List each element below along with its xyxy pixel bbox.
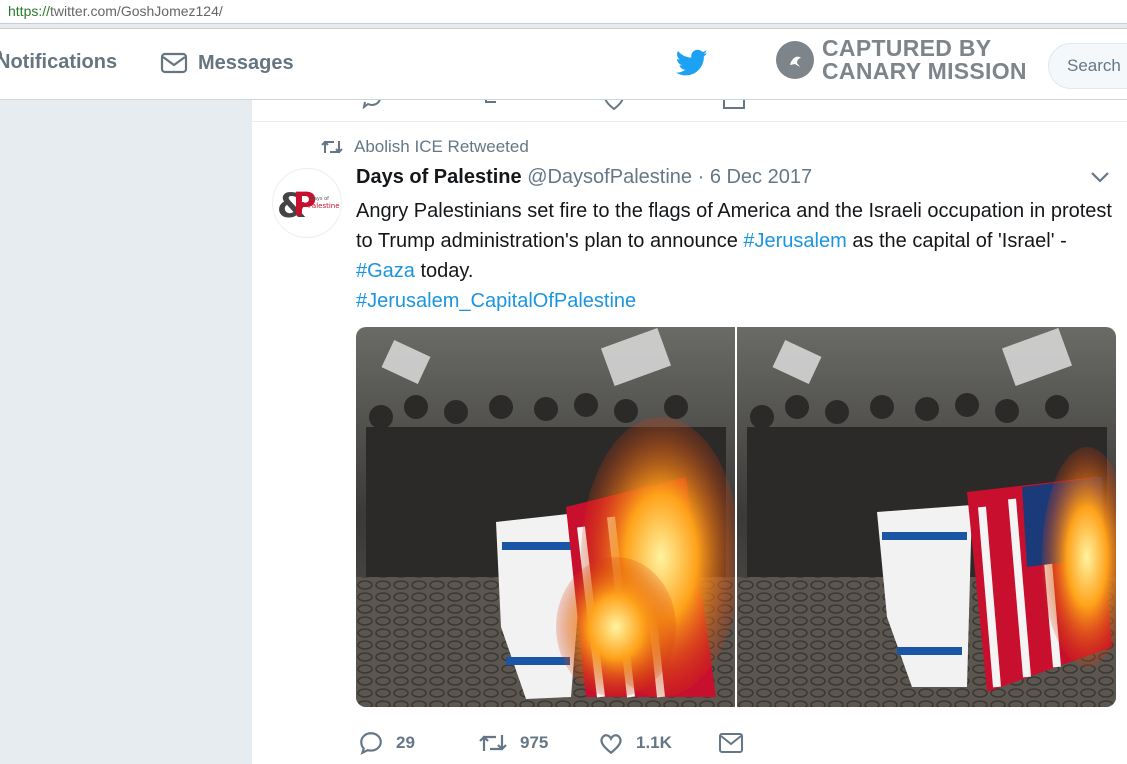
timeline: Abolish ICE Retweeted & P Days of Palest… [251, 100, 1127, 764]
avatar[interactable]: & P Days of Palestine [272, 168, 342, 238]
tweet-photo-1[interactable] [356, 327, 735, 707]
tweet-media[interactable] [356, 327, 1116, 707]
canary-watermark: CAPTURED BY CANARY MISSION [776, 37, 1027, 83]
watermark-line1: CAPTURED BY [822, 35, 992, 61]
retweet-icon[interactable] [482, 100, 506, 112]
reply-action[interactable]: 29 [358, 730, 478, 756]
days-of-palestine-logo: & P Days of Palestine [277, 185, 340, 226]
tweet-photo-2[interactable] [737, 327, 1116, 707]
tweet-actions: 29 975 1.1K [358, 730, 744, 756]
address-bar[interactable]: https://twitter.com/GoshJomez124/ [0, 0, 1127, 24]
author-name[interactable]: Days of Palestine [356, 166, 522, 188]
reply-icon[interactable] [360, 100, 384, 112]
bell-icon [0, 50, 2, 60]
retweet-action[interactable]: 975 [478, 731, 598, 755]
nav-notifications[interactable]: Notifications [0, 51, 117, 74]
like-icon [600, 734, 622, 755]
author-handle[interactable]: @DaysofPalestine [527, 166, 692, 188]
nav-messages[interactable]: Messages [160, 51, 294, 75]
retweet-icon [321, 140, 343, 154]
messages-label: Messages [198, 51, 294, 74]
dm-icon [719, 733, 743, 753]
tweet-text-part2: as the capital of 'Israel' - [846, 230, 1067, 252]
header-separator: · [697, 166, 705, 188]
top-navbar: Notifications Messages CAPTURED BY CANAR… [0, 28, 1127, 100]
retweet-count: 975 [520, 733, 549, 752]
hashtag-gaza[interactable]: #Gaza [356, 260, 415, 282]
twitter-bird-icon[interactable] [676, 49, 708, 77]
hashtag-jerusalem-capital[interactable]: #Jerusalem_CapitalOfPalestine [356, 290, 636, 312]
like-count: 1.1K [636, 733, 672, 752]
dm-icon[interactable] [722, 100, 746, 112]
chevron-down-icon[interactable] [1090, 170, 1110, 184]
canary-logo-icon [776, 41, 814, 79]
retweeted-by-text[interactable]: Abolish ICE Retweeted [354, 137, 529, 157]
url-protocol: https:// [8, 3, 51, 19]
svg-text:Palestine: Palestine [308, 202, 340, 210]
reply-count: 29 [396, 733, 415, 752]
tweet-text-part3: today. [414, 260, 474, 282]
envelope-icon [160, 52, 188, 74]
url-path: twitter.com/GoshJomez124/ [50, 3, 223, 19]
retweet-icon [479, 735, 507, 751]
watermark-line2: CANARY MISSION [822, 58, 1027, 84]
previous-tweet-actions [252, 100, 1127, 122]
retweet-context: Abolish ICE Retweeted [320, 137, 529, 157]
hashtag-jerusalem[interactable]: #Jerusalem [743, 230, 846, 252]
reply-icon [360, 732, 382, 755]
tweet-date[interactable]: 6 Dec 2017 [710, 166, 812, 188]
like-icon[interactable] [602, 100, 626, 112]
tweet-header: Days of Palestine @DaysofPalestine · 6 D… [356, 166, 812, 189]
dm-action[interactable] [718, 732, 744, 754]
like-action[interactable]: 1.1K [598, 731, 718, 755]
tweet-text: Angry Palestinians set fire to the flags… [356, 196, 1116, 316]
notifications-label: Notifications [0, 51, 118, 73]
search-input[interactable]: Search [1048, 43, 1127, 89]
